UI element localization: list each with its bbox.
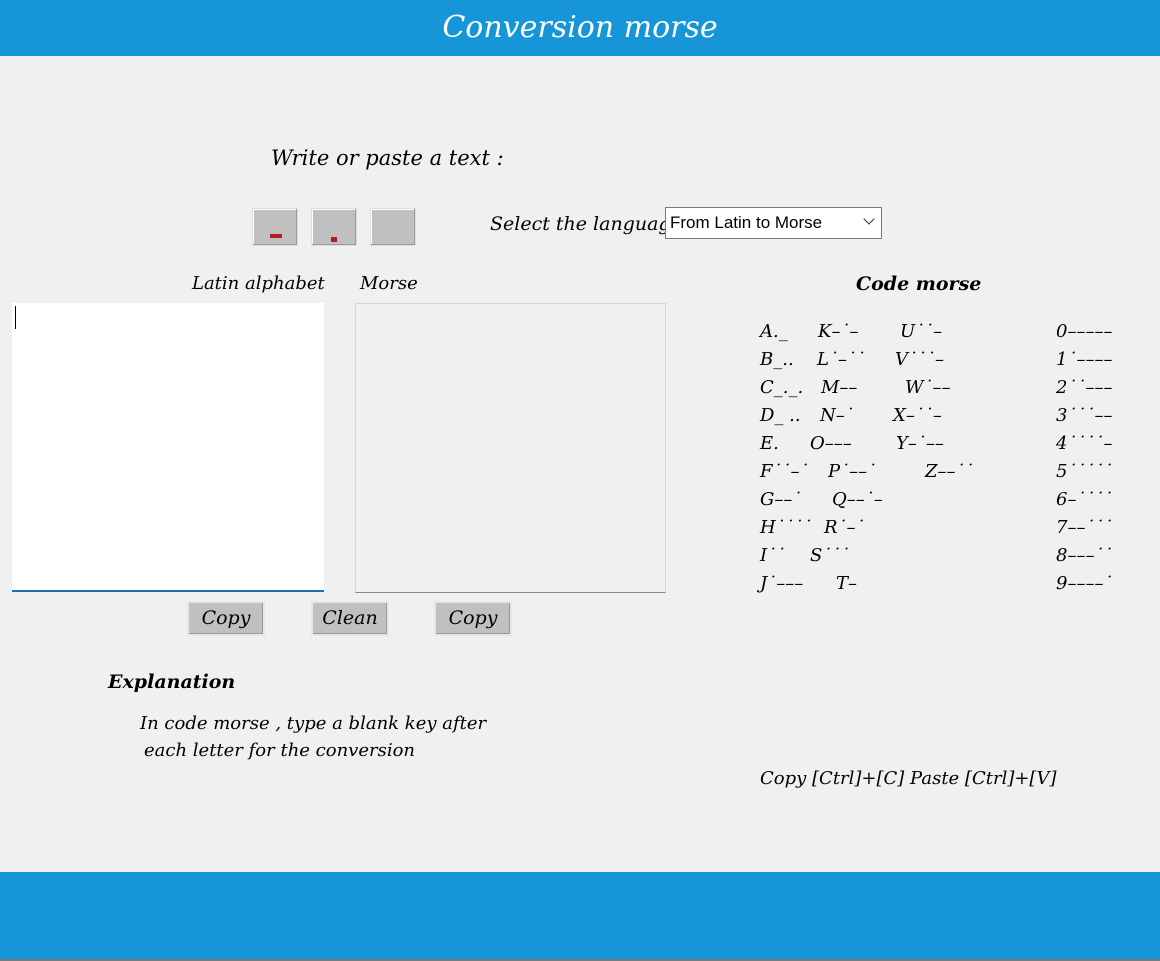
app-footer	[0, 872, 1160, 959]
morse-digit-row: 2˙˙–––	[1056, 377, 1113, 398]
explanation-line: each letter for the conversion	[144, 740, 416, 761]
code-morse-title: Code morse	[856, 273, 982, 295]
morse-letter-row: Q––˙–	[832, 489, 883, 510]
morse-letter-row: A._	[760, 321, 788, 342]
morse-digit-row: 5˙˙˙˙˙	[1056, 461, 1113, 482]
morse-letter-row: K–˙–	[818, 321, 859, 342]
text-caret	[15, 306, 16, 329]
dash-key-button[interactable]	[252, 208, 298, 246]
shortcut-hint: Copy [Ctrl]+[C] Paste [Ctrl]+[V]	[760, 768, 1057, 789]
dash-icon	[270, 234, 282, 238]
morse-letter-row: I˙˙	[760, 545, 786, 566]
morse-letter-row: B_..	[760, 349, 794, 370]
copy-latin-button[interactable]: Copy	[187, 601, 265, 636]
morse-digit-row: 1˙––––	[1056, 349, 1113, 370]
morse-letter-row: P˙––˙	[828, 461, 877, 482]
morse-letter-row: L˙–˙˙	[817, 349, 865, 370]
explanation-line: In code morse , type a blank key after	[140, 713, 487, 734]
dot-key-button[interactable]	[311, 208, 357, 246]
dot-icon	[331, 237, 337, 242]
morse-digit-row: 3˙˙˙––	[1056, 405, 1113, 426]
morse-letter-row: G––˙	[760, 489, 802, 510]
morse-letter-row: D_ ..	[760, 405, 801, 426]
latin-label: Latin alphabet	[192, 273, 325, 294]
input-prompt: Write or paste a text :	[271, 146, 504, 170]
morse-letter-row: M––	[821, 377, 858, 398]
morse-letter-row: Y–˙––	[896, 433, 944, 454]
morse-letter-row: J˙–––	[760, 573, 804, 594]
space-key-button[interactable]	[370, 208, 416, 246]
clean-button[interactable]: Clean	[311, 601, 389, 636]
morse-letter-row: X–˙˙–	[893, 405, 942, 426]
latin-text-input[interactable]	[12, 303, 324, 592]
morse-letter-row: N–˙	[820, 405, 854, 426]
chevron-down-icon	[863, 213, 875, 225]
app-title: Conversion morse	[442, 10, 718, 45]
copy-morse-button[interactable]: Copy	[434, 601, 512, 636]
language-selected-value: From Latin to Morse	[670, 213, 823, 232]
morse-label: Morse	[360, 273, 418, 294]
morse-letter-row: H˙˙˙˙	[760, 517, 812, 538]
morse-letter-row: C_._.	[760, 377, 804, 398]
morse-digit-row: 7––˙˙˙	[1056, 517, 1113, 538]
app-header: Conversion morse	[0, 0, 1160, 56]
morse-digit-row: 6–˙˙˙˙	[1056, 489, 1113, 510]
morse-letter-row: V˙˙˙–	[895, 349, 944, 370]
morse-letter-row: S˙˙˙	[810, 545, 850, 566]
morse-letter-row: W˙––	[905, 377, 951, 398]
morse-digit-row: 0–––––	[1056, 321, 1113, 342]
morse-letter-row: R˙–˙	[824, 517, 865, 538]
explanation-title: Explanation	[108, 671, 236, 693]
morse-letter-row: T–	[836, 573, 858, 594]
morse-digit-row: 9––––˙	[1056, 573, 1113, 594]
morse-letter-row: U˙˙–	[900, 321, 943, 342]
morse-letter-row: F˙˙–˙	[760, 461, 809, 482]
morse-digit-row: 4˙˙˙˙–	[1056, 433, 1113, 454]
morse-letter-row: Z––˙˙	[925, 461, 974, 482]
morse-letter-row: O–––	[810, 433, 852, 454]
morse-digit-row: 8–––˙˙	[1056, 545, 1113, 566]
language-select[interactable]: From Latin to Morse	[665, 207, 882, 239]
morse-letter-row: E.	[760, 433, 779, 454]
language-label: Select the language	[490, 213, 682, 235]
morse-output[interactable]	[355, 303, 666, 593]
